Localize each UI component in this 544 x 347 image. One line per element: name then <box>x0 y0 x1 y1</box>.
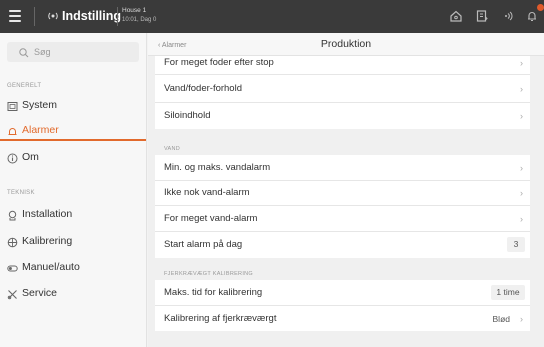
clipboard-icon[interactable] <box>474 8 490 24</box>
sidebar-item-label: Installation <box>22 208 73 220</box>
row-label: Min. og maks. vandalarm <box>164 162 271 173</box>
system-icon <box>7 99 18 111</box>
toggle-icon <box>7 261 18 272</box>
start-day-value[interactable]: 3 <box>507 237 525 252</box>
list-item[interactable]: Siloindhold › <box>155 103 530 129</box>
sidebar-item-label: Manuel/auto <box>22 261 80 273</box>
row-label: For meget foder efter stop <box>164 57 274 68</box>
section-header-generelt: GENERELT <box>7 83 42 89</box>
page-title: Indstilling <box>62 9 122 23</box>
sidebar-item-label: Service <box>22 287 58 299</box>
sidebar-item-installation[interactable]: Installation <box>0 203 146 225</box>
list-item[interactable]: Start alarm på dag 3 <box>155 232 530 258</box>
list-item[interactable]: Min. og maks. vandalarm › <box>155 155 530 180</box>
house-status: 10:01, Dag 0 <box>122 17 157 23</box>
sidebar-item-manuel-auto[interactable]: Manuel/auto <box>0 256 146 278</box>
row-label: Ikke nok vand-alarm <box>164 187 250 198</box>
calibration-mode-value: Blød <box>492 314 510 324</box>
search-input[interactable]: Søg <box>34 47 51 58</box>
list-item[interactable]: Vand/foder-forhold › <box>155 75 530 102</box>
sidebar-item-alarmer[interactable]: Alarmer <box>0 119 146 141</box>
installation-icon <box>7 208 18 221</box>
list-item[interactable]: Ikke nok vand-alarm › <box>155 181 530 205</box>
section-header-teknisk: TEKNISK <box>7 190 35 196</box>
sidebar-item-kalibrering[interactable]: Kalibrering <box>0 230 146 252</box>
row-label: Start alarm på dag <box>164 239 243 250</box>
sidebar-item-system[interactable]: System <box>0 94 146 116</box>
panel-title: Produktion <box>320 38 372 50</box>
chevron-right-icon: › <box>520 58 523 68</box>
row-label: Siloindhold <box>164 110 211 121</box>
alarm-badge <box>537 4 544 11</box>
chevron-right-icon: › <box>520 84 523 94</box>
row-label: Vand/foder-forhold <box>164 83 242 94</box>
sidebar-item-label: Kalibrering <box>22 235 73 247</box>
menu-icon[interactable] <box>9 10 21 23</box>
divider <box>117 7 118 26</box>
chevron-right-icon: › <box>520 163 523 173</box>
chevron-right-icon: › <box>520 111 523 121</box>
alarm-icon <box>7 124 18 135</box>
sidebar-item-service[interactable]: Service <box>0 282 146 304</box>
home-icon[interactable] <box>448 8 464 24</box>
row-label: Kalibrering af fjerkræværgt <box>164 313 277 324</box>
list-item[interactable]: Maks. tid for kalibrering 1 time <box>155 280 530 305</box>
row-label: Maks. tid for kalibrering <box>164 287 263 298</box>
info-icon <box>7 151 18 164</box>
main-header: ‹ Alarmer Produktion <box>148 33 544 56</box>
service-icon <box>7 287 18 300</box>
sidebar-item-label: Alarmer <box>22 124 59 136</box>
search-box[interactable]: Søg <box>7 42 139 62</box>
divider <box>34 7 35 26</box>
group-header-kalibrering: FJERKRÆVÆGT KALIBRERING <box>164 271 254 277</box>
chevron-right-icon: › <box>520 314 523 324</box>
house-name: House 1 <box>122 7 147 14</box>
sidebar-item-label: Om <box>22 151 39 163</box>
chevron-right-icon: › <box>520 214 523 224</box>
calibration-icon <box>7 235 18 248</box>
group-header-vand: VAND <box>164 146 181 152</box>
sidebar-item-label: System <box>22 99 58 111</box>
search-icon <box>18 46 30 58</box>
app-logo-icon <box>47 10 59 26</box>
sidebar-item-om[interactable]: Om <box>0 146 146 168</box>
main-panel: ‹ Alarmer Produktion For meget foder eft… <box>148 33 544 347</box>
sidebar: Søg GENERELT System Alarmer Om TEKNISK I… <box>0 33 147 347</box>
row-label: For meget vand-alarm <box>164 213 258 224</box>
chevron-right-icon: › <box>520 188 523 198</box>
signal-icon[interactable] <box>500 8 516 24</box>
list-item[interactable]: Kalibrering af fjerkræværgt Blød › <box>155 306 530 331</box>
list-item[interactable]: For meget vand-alarm › <box>155 206 530 231</box>
top-bar: Indstilling House 1 10:01, Dag 0 <box>0 0 544 33</box>
max-calibration-time-value[interactable]: 1 time <box>491 285 525 300</box>
